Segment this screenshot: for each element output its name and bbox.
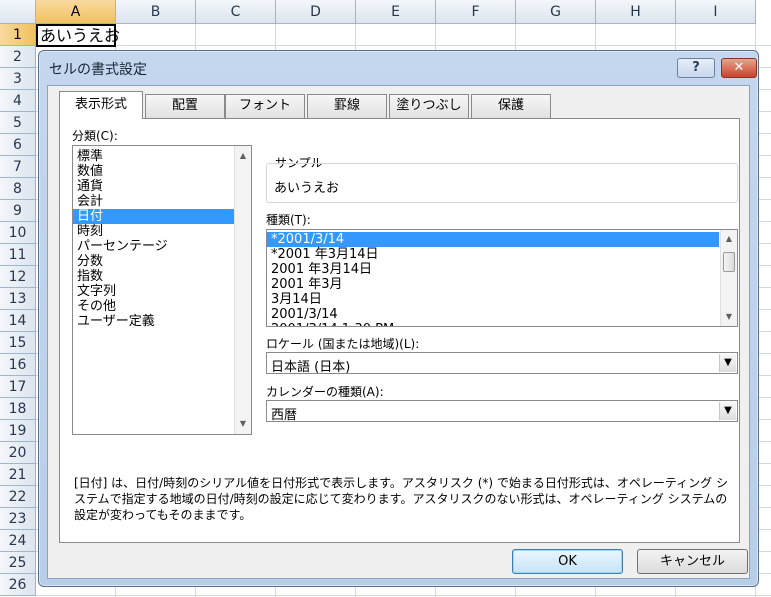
category-item[interactable]: 数値 [73, 164, 251, 179]
row-header-12[interactable]: 12 [0, 266, 36, 288]
row-header-25[interactable]: 25 [0, 552, 36, 574]
category-item[interactable]: 分数 [73, 254, 251, 269]
row-header-2[interactable]: 2 [0, 46, 36, 68]
tab-protection[interactable]: 保護 [471, 94, 551, 118]
calendar-select[interactable]: 西暦 ▼ [266, 400, 738, 423]
row-header-22[interactable]: 22 [0, 486, 36, 508]
row-header-3[interactable]: 3 [0, 68, 36, 90]
grid-line [36, 45, 771, 46]
category-item[interactable]: ユーザー定義 [73, 314, 251, 329]
row-header-6[interactable]: 6 [0, 134, 36, 156]
select-all-corner[interactable] [0, 0, 36, 24]
row-header-4[interactable]: 4 [0, 90, 36, 112]
locale-select[interactable]: 日本語 (日本) ▼ [266, 352, 738, 375]
format-description: [日付] は、日付/時刻のシリアル値を日付形式で表示します。アスタリスク (*)… [74, 476, 728, 522]
dialog-title: セルの書式設定 [49, 62, 147, 78]
type-items: *2001/3/14 *2001 年3月14日 2001 年3月14日 2001 年3… [267, 230, 737, 326]
calendar-value: 西暦 [271, 408, 298, 423]
row-header-8[interactable]: 8 [0, 178, 36, 200]
chevron-down-icon[interactable]: ▼ [719, 402, 736, 420]
cell-a1[interactable]: あいうえお [36, 24, 120, 47]
category-item[interactable]: 文字列 [73, 284, 251, 299]
row-header-11[interactable]: 11 [0, 244, 36, 266]
row-header-21[interactable]: 21 [0, 464, 36, 486]
ok-button[interactable]: OK [512, 549, 623, 574]
row-header-26[interactable]: 26 [0, 574, 36, 596]
type-item[interactable]: *2001 年3月14日 [267, 247, 719, 262]
dialog-body: 表示形式 配置 フォント 罫線 塗りつぶし 保護 分類(C): 標準 数値 通貨 会計… [47, 85, 750, 579]
row-header-15[interactable]: 15 [0, 332, 36, 354]
scroll-down-icon[interactable]: ▼ [721, 309, 737, 325]
row-header-14[interactable]: 14 [0, 310, 36, 332]
scroll-up-icon[interactable]: ▲ [721, 231, 737, 247]
category-scrollbar[interactable]: ▲ ▼ [234, 146, 251, 434]
chevron-down-icon[interactable]: ▼ [719, 354, 736, 372]
column-header-f[interactable]: F [436, 0, 516, 24]
column-header-c[interactable]: C [196, 0, 276, 24]
category-item[interactable]: 標準 [73, 149, 251, 164]
dialog-titlebar[interactable]: セルの書式設定 ? ✕ [39, 51, 758, 85]
category-item[interactable]: 指数 [73, 269, 251, 284]
category-item[interactable]: 会計 [73, 194, 251, 209]
type-item[interactable]: *2001/3/14 [267, 232, 719, 247]
tab-fill[interactable]: 塗りつぶし [389, 94, 469, 118]
category-label: 分類(C): [72, 129, 118, 143]
scroll-down-icon[interactable]: ▼ [235, 416, 251, 432]
row-header-23[interactable]: 23 [0, 508, 36, 530]
locale-label: ロケール (国または地域)(L): [266, 337, 420, 351]
type-list[interactable]: *2001/3/14 *2001 年3月14日 2001 年3月14日 2001 年3… [266, 229, 738, 327]
category-item[interactable]: 通貨 [73, 179, 251, 194]
category-item[interactable]: 日付 [73, 209, 251, 224]
help-button[interactable]: ? [677, 58, 715, 78]
row-header-18[interactable]: 18 [0, 398, 36, 420]
cancel-button[interactable]: キャンセル [637, 549, 748, 574]
row-header-10[interactable]: 10 [0, 222, 36, 244]
row-header-16[interactable]: 16 [0, 354, 36, 376]
column-header-g[interactable]: G [516, 0, 596, 24]
column-header-d[interactable]: D [276, 0, 356, 24]
close-button[interactable]: ✕ [721, 58, 757, 78]
row-header-5[interactable]: 5 [0, 112, 36, 134]
sample-value: あいうえお [274, 181, 340, 196]
tab-alignment[interactable]: 配置 [145, 94, 225, 118]
tab-font[interactable]: フォント [225, 94, 305, 118]
scroll-thumb[interactable] [723, 252, 735, 272]
row-header-7[interactable]: 7 [0, 156, 36, 178]
row-header-13[interactable]: 13 [0, 288, 36, 310]
locale-value: 日本語 (日本) [271, 360, 351, 375]
type-label: 種類(T): [266, 213, 311, 227]
type-scrollbar[interactable]: ▲ ▼ [720, 230, 737, 326]
category-item[interactable]: パーセンテージ [73, 239, 251, 254]
type-item[interactable]: 2001 年3月14日 [267, 262, 719, 277]
column-header-e[interactable]: E [356, 0, 436, 24]
type-item[interactable]: 3月14日 [267, 292, 719, 307]
row-header-24[interactable]: 24 [0, 530, 36, 552]
row-header-17[interactable]: 17 [0, 376, 36, 398]
type-item[interactable]: 2001 年3月 [267, 277, 719, 292]
column-header-b[interactable]: B [116, 0, 196, 24]
type-item[interactable]: 2001/3/14 [267, 307, 719, 322]
category-item[interactable]: 時刻 [73, 224, 251, 239]
category-items: 標準 数値 通貨 会計 日付 時刻 パーセンテージ 分数 指数 文字列 その他 ユーザー定義 [73, 146, 251, 329]
grid-line [36, 595, 771, 596]
scroll-up-icon[interactable]: ▲ [235, 148, 251, 164]
tab-border[interactable]: 罫線 [307, 94, 387, 118]
tab-number[interactable]: 表示形式 [59, 91, 143, 119]
column-header-a[interactable]: A [36, 0, 116, 24]
type-item[interactable]: 2001/3/14 1:30 PM [267, 322, 719, 326]
number-tab-panel: 分類(C): 標準 数値 通貨 会計 日付 時刻 パーセンテージ 分数 指数 文字列 その他 ユーザー… [59, 118, 740, 543]
close-icon: ✕ [733, 60, 745, 75]
column-header-h[interactable]: H [596, 0, 676, 24]
column-header-i[interactable]: I [676, 0, 756, 24]
category-item[interactable]: その他 [73, 299, 251, 314]
row-header-1[interactable]: 1 [0, 24, 36, 46]
category-list[interactable]: 標準 数値 通貨 会計 日付 時刻 パーセンテージ 分数 指数 文字列 その他 ユーザー定義 ▲ ▼ [72, 145, 252, 435]
calendar-label: カレンダーの種類(A): [266, 385, 384, 399]
format-cells-dialog: セルの書式設定 ? ✕ 表示形式 配置 フォント 罫線 塗りつぶし 保護 分類(… [38, 50, 759, 587]
row-header-9[interactable]: 9 [0, 200, 36, 222]
row-header-19[interactable]: 19 [0, 420, 36, 442]
row-header-20[interactable]: 20 [0, 442, 36, 464]
